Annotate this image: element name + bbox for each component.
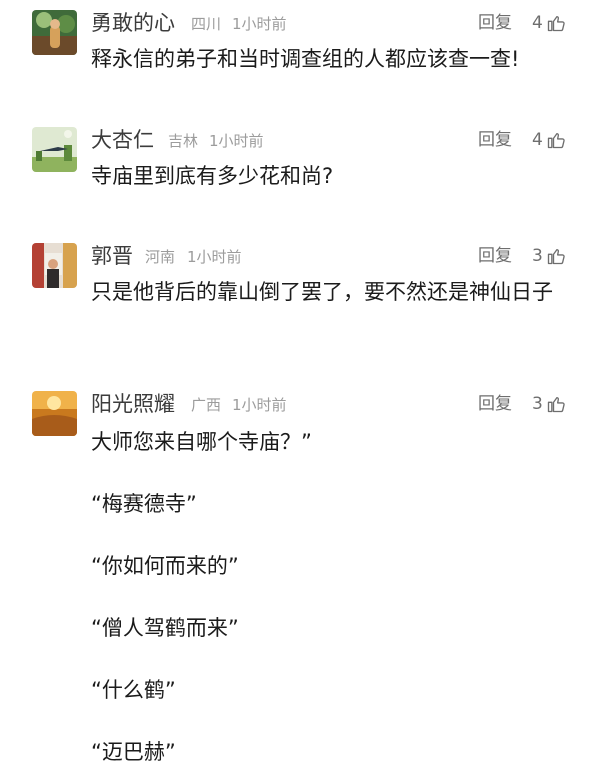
- avatar-icon: [32, 10, 77, 55]
- avatar-icon: [32, 243, 77, 288]
- comment-text-line: “僧人驾鹤而来”: [91, 616, 239, 640]
- like-count: 4: [532, 13, 543, 33]
- like-button[interactable]: 3: [532, 244, 566, 268]
- comment-text-line: “迈巴赫”: [91, 740, 176, 764]
- comment-text: 释永信的弟子和当时调查组的人都应该查一查!: [91, 47, 520, 71]
- reply-button[interactable]: 回复: [478, 12, 512, 34]
- avatar[interactable]: [32, 10, 77, 55]
- author-name[interactable]: 勇敢的心: [91, 10, 175, 36]
- comment-text-line: “什么鹤”: [91, 678, 176, 702]
- comment-text: 寺庙里到底有多少花和尚?: [91, 164, 334, 188]
- like-button[interactable]: 4: [532, 128, 566, 152]
- author-name[interactable]: 阳光照耀: [91, 391, 175, 417]
- comment-text-line: 大师您来自哪个寺庙？”: [91, 430, 312, 454]
- reply-button[interactable]: 回复: [478, 393, 512, 415]
- location: 吉林: [168, 132, 199, 150]
- reply-button[interactable]: 回复: [478, 245, 512, 267]
- author-name[interactable]: 郭晋: [91, 243, 133, 269]
- reply-button[interactable]: 回复: [478, 129, 512, 151]
- avatar[interactable]: [32, 391, 77, 436]
- author-name[interactable]: 大杏仁: [91, 127, 154, 153]
- thumbs-up-icon: [547, 133, 565, 149]
- like-count: 3: [532, 394, 543, 414]
- timestamp: 1小时前: [187, 248, 242, 266]
- avatar-icon: [32, 391, 77, 436]
- location: 广西: [191, 396, 222, 414]
- avatar[interactable]: [32, 243, 77, 288]
- timestamp: 1小时前: [232, 15, 287, 33]
- avatar-icon: [32, 127, 77, 172]
- thumbs-up-icon: [547, 16, 565, 32]
- like-count: 3: [532, 246, 543, 266]
- thumbs-up-icon: [547, 397, 565, 413]
- like-count: 4: [532, 130, 543, 150]
- comment-text-line: “你如何而来的”: [91, 554, 239, 578]
- location: 河南: [145, 248, 176, 266]
- comment-text: 只是他背后的靠山倒了罢了，要不然还是神仙日子: [91, 280, 553, 304]
- like-button[interactable]: 4: [532, 11, 566, 35]
- avatar[interactable]: [32, 127, 77, 172]
- location: 四川: [191, 15, 222, 33]
- like-button[interactable]: 3: [532, 392, 566, 416]
- thumbs-up-icon: [547, 249, 565, 265]
- timestamp: 1小时前: [209, 132, 264, 150]
- comment-text-line: “梅赛德寺”: [91, 492, 197, 516]
- timestamp: 1小时前: [232, 396, 287, 414]
